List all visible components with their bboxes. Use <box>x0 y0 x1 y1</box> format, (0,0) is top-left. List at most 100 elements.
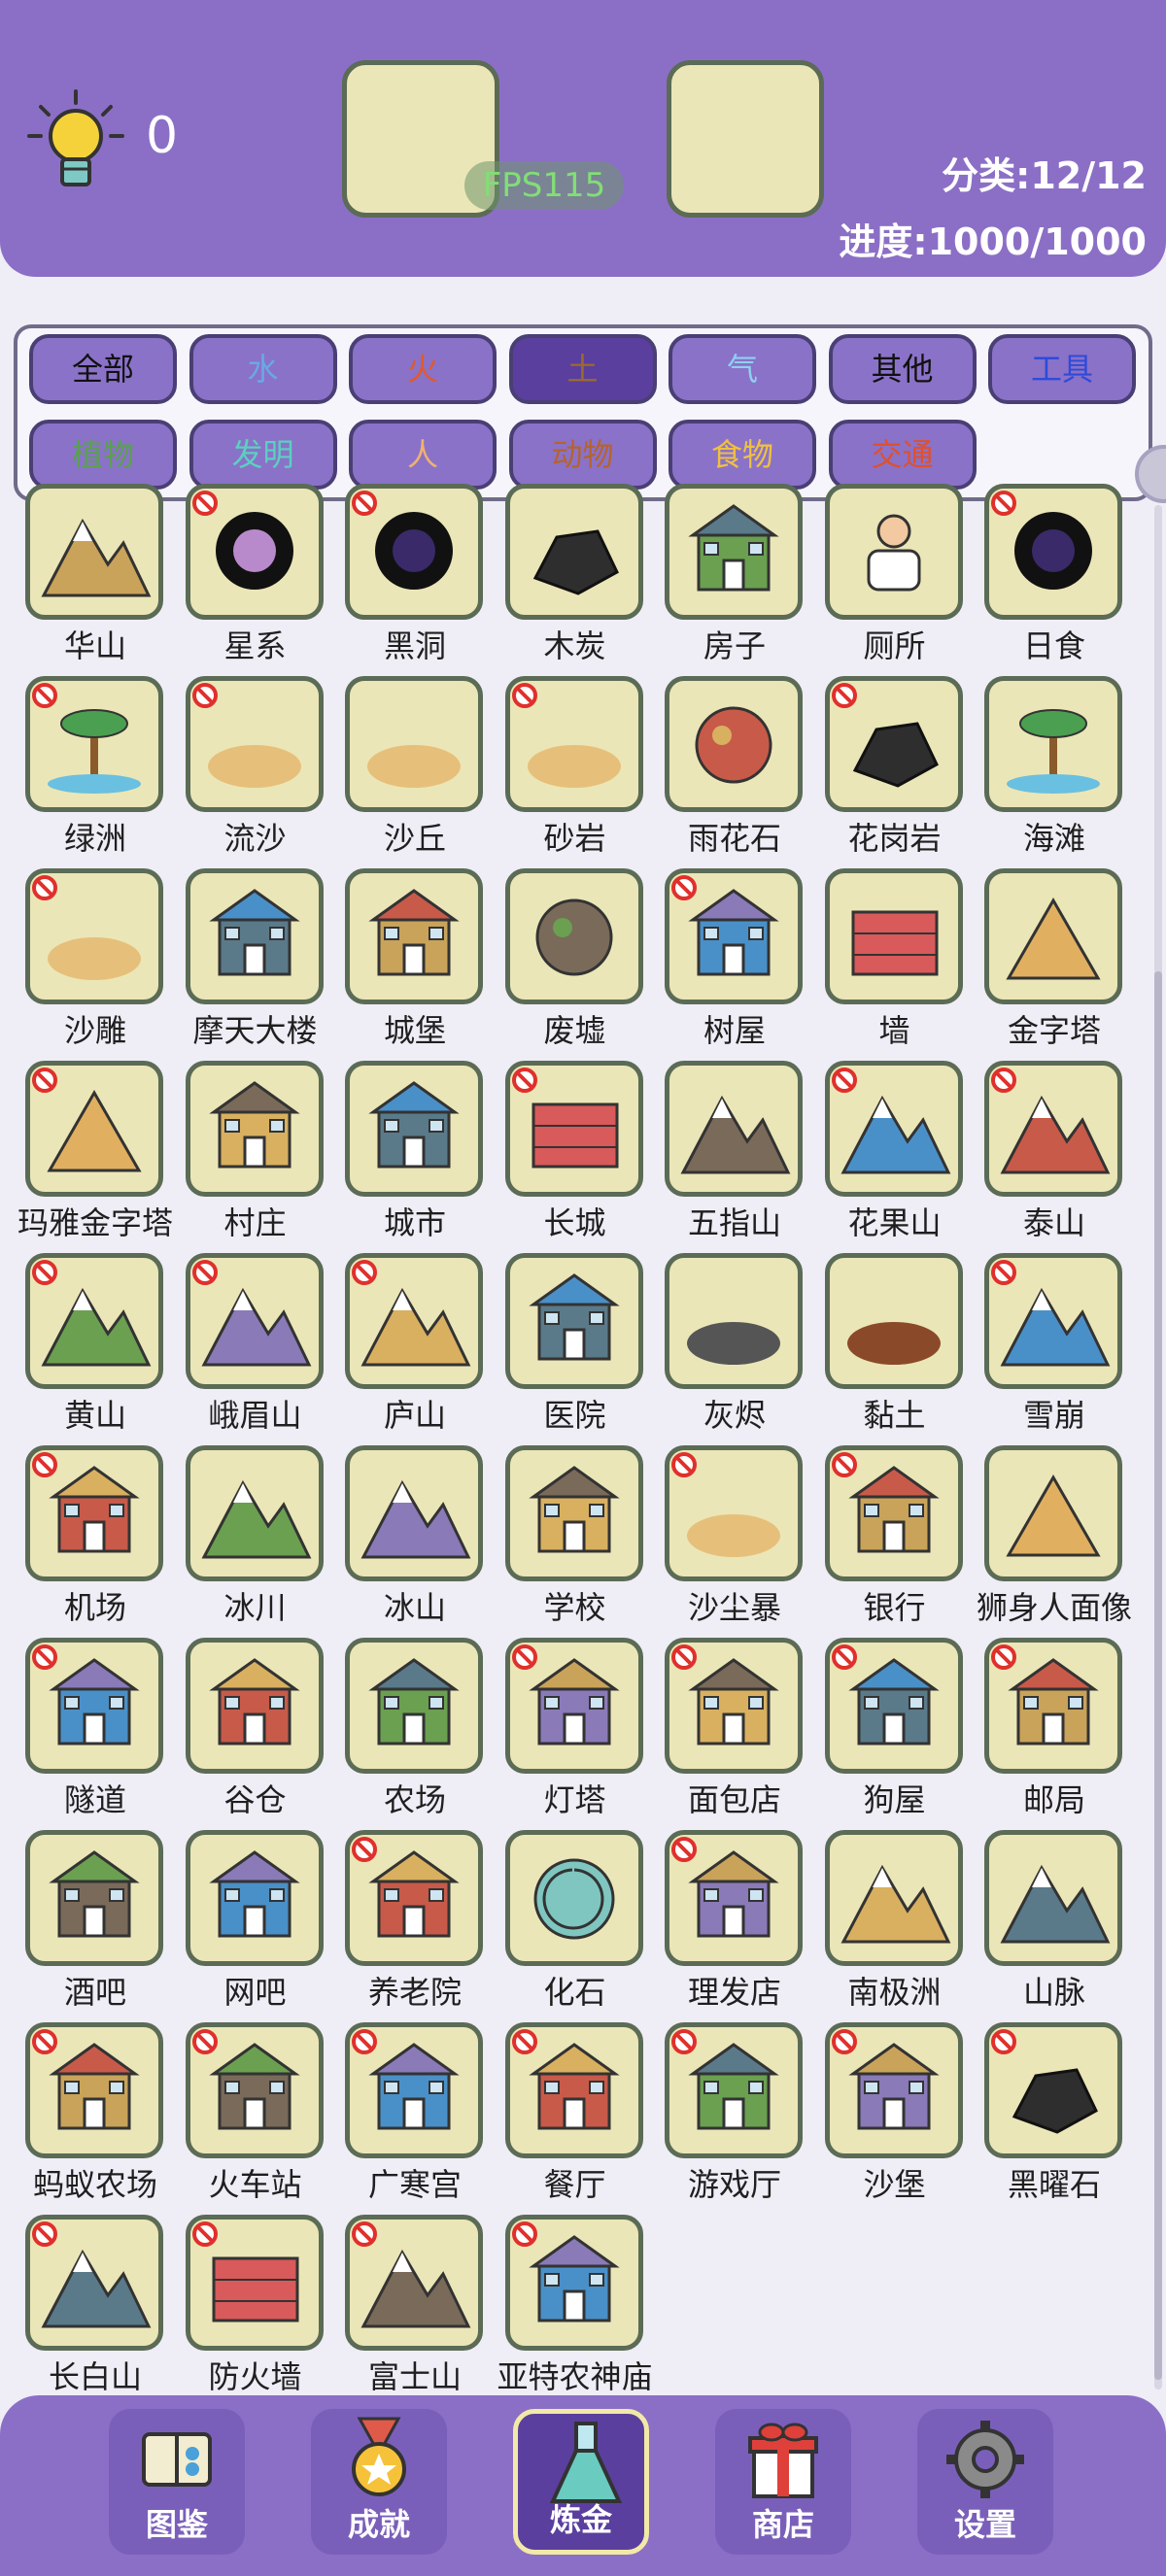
element-tile[interactable] <box>504 1445 643 1581</box>
element-tile[interactable] <box>25 1253 163 1389</box>
element-item[interactable]: 星系 <box>176 484 335 664</box>
element-item[interactable]: 亚特农神庙 <box>496 2215 655 2395</box>
nav-button-0[interactable]: 图鉴 <box>109 2409 245 2555</box>
element-item[interactable]: 树屋 <box>655 868 814 1049</box>
element-item[interactable]: 沙堡 <box>815 2022 975 2203</box>
nav-button-2[interactable]: 炼金 <box>513 2409 649 2555</box>
element-item[interactable]: 庐山 <box>335 1253 495 1434</box>
element-item[interactable]: 花果山 <box>815 1061 975 1241</box>
element-tile[interactable] <box>345 1061 483 1197</box>
element-item[interactable]: 狮身人面像 <box>975 1445 1134 1626</box>
nav-button-4[interactable]: 设置 <box>917 2409 1053 2555</box>
category-button-12[interactable]: 交通 <box>828 420 977 490</box>
nav-button-3[interactable]: 商店 <box>715 2409 851 2555</box>
element-tile[interactable] <box>185 676 324 812</box>
element-item[interactable]: 学校 <box>496 1445 655 1626</box>
element-tile[interactable] <box>665 1638 803 1774</box>
element-item[interactable]: 防火墙 <box>176 2215 335 2395</box>
element-item[interactable]: 火车站 <box>176 2022 335 2203</box>
element-tile[interactable] <box>25 868 163 1004</box>
element-item[interactable]: 冰山 <box>335 1445 495 1626</box>
element-tile[interactable] <box>984 2022 1122 2158</box>
element-tile[interactable] <box>984 1253 1122 1389</box>
element-tile[interactable] <box>185 1061 324 1197</box>
element-item[interactable]: 富士山 <box>335 2215 495 2395</box>
element-tile[interactable] <box>345 676 483 812</box>
element-item[interactable]: 农场 <box>335 1638 495 1818</box>
element-item[interactable]: 邮局 <box>975 1638 1134 1818</box>
element-tile[interactable] <box>665 868 803 1004</box>
element-item[interactable]: 玛雅金字塔 <box>16 1061 175 1241</box>
category-button-8[interactable]: 发明 <box>189 420 337 490</box>
element-item[interactable]: 灯塔 <box>496 1638 655 1818</box>
element-item[interactable]: 木炭 <box>496 484 655 664</box>
element-tile[interactable] <box>984 676 1122 812</box>
element-tile[interactable] <box>504 2022 643 2158</box>
category-button-5[interactable]: 其他 <box>828 334 977 404</box>
element-item[interactable]: 黑洞 <box>335 484 495 664</box>
element-item[interactable]: 雨花石 <box>655 676 814 857</box>
element-item[interactable]: 理发店 <box>655 1830 814 2011</box>
element-item[interactable]: 流沙 <box>176 676 335 857</box>
element-tile[interactable] <box>345 2022 483 2158</box>
element-tile[interactable] <box>984 484 1122 620</box>
element-item[interactable]: 蚂蚁农场 <box>16 2022 175 2203</box>
element-tile[interactable] <box>25 1638 163 1774</box>
element-item[interactable]: 沙丘 <box>335 676 495 857</box>
element-item[interactable]: 面包店 <box>655 1638 814 1818</box>
combine-slot-right[interactable] <box>667 60 824 218</box>
element-tile[interactable] <box>504 1061 643 1197</box>
element-tile[interactable] <box>185 2215 324 2351</box>
element-item[interactable]: 华山 <box>16 484 175 664</box>
element-item[interactable]: 黏土 <box>815 1253 975 1434</box>
element-tile[interactable] <box>345 1253 483 1389</box>
scrollbar-thumb[interactable] <box>1154 971 1162 2380</box>
element-item[interactable]: 银行 <box>815 1445 975 1626</box>
category-button-9[interactable]: 人 <box>349 420 497 490</box>
element-tile[interactable] <box>185 1830 324 1966</box>
element-item[interactable]: 五指山 <box>655 1061 814 1241</box>
element-item[interactable]: 广寒宫 <box>335 2022 495 2203</box>
element-tile[interactable] <box>504 1830 643 1966</box>
element-tile[interactable] <box>185 1445 324 1581</box>
element-tile[interactable] <box>984 1445 1122 1581</box>
element-item[interactable]: 冰川 <box>176 1445 335 1626</box>
element-tile[interactable] <box>665 1830 803 1966</box>
element-tile[interactable] <box>665 676 803 812</box>
element-tile[interactable] <box>984 1830 1122 1966</box>
element-tile[interactable] <box>824 1445 963 1581</box>
category-button-2[interactable]: 火 <box>349 334 497 404</box>
element-tile[interactable] <box>824 676 963 812</box>
element-tile[interactable] <box>345 868 483 1004</box>
element-item[interactable]: 灰烬 <box>655 1253 814 1434</box>
category-button-1[interactable]: 水 <box>189 334 337 404</box>
element-item[interactable]: 厕所 <box>815 484 975 664</box>
element-tile[interactable] <box>665 1445 803 1581</box>
element-item[interactable]: 摩天大楼 <box>176 868 335 1049</box>
element-tile[interactable] <box>824 2022 963 2158</box>
element-item[interactable]: 长城 <box>496 1061 655 1241</box>
element-item[interactable]: 黄山 <box>16 1253 175 1434</box>
element-item[interactable]: 游戏厅 <box>655 2022 814 2203</box>
category-button-11[interactable]: 食物 <box>669 420 816 490</box>
element-tile[interactable] <box>824 1061 963 1197</box>
element-item[interactable]: 南极洲 <box>815 1830 975 2011</box>
element-tile[interactable] <box>504 676 643 812</box>
element-tile[interactable] <box>504 868 643 1004</box>
element-tile[interactable] <box>25 2022 163 2158</box>
element-item[interactable]: 村庄 <box>176 1061 335 1241</box>
element-tile[interactable] <box>25 2215 163 2351</box>
element-item[interactable]: 城市 <box>335 1061 495 1241</box>
element-item[interactable]: 长白山 <box>16 2215 175 2395</box>
element-item[interactable]: 海滩 <box>975 676 1134 857</box>
element-item[interactable]: 泰山 <box>975 1061 1134 1241</box>
element-item[interactable]: 机场 <box>16 1445 175 1626</box>
element-item[interactable]: 金字塔 <box>975 868 1134 1049</box>
element-tile[interactable] <box>185 2022 324 2158</box>
category-button-4[interactable]: 气 <box>669 334 816 404</box>
element-item[interactable]: 酒吧 <box>16 1830 175 2011</box>
element-item[interactable]: 峨眉山 <box>176 1253 335 1434</box>
category-button-3[interactable]: 土 <box>508 334 657 404</box>
element-tile[interactable] <box>25 676 163 812</box>
element-item[interactable]: 狗屋 <box>815 1638 975 1818</box>
